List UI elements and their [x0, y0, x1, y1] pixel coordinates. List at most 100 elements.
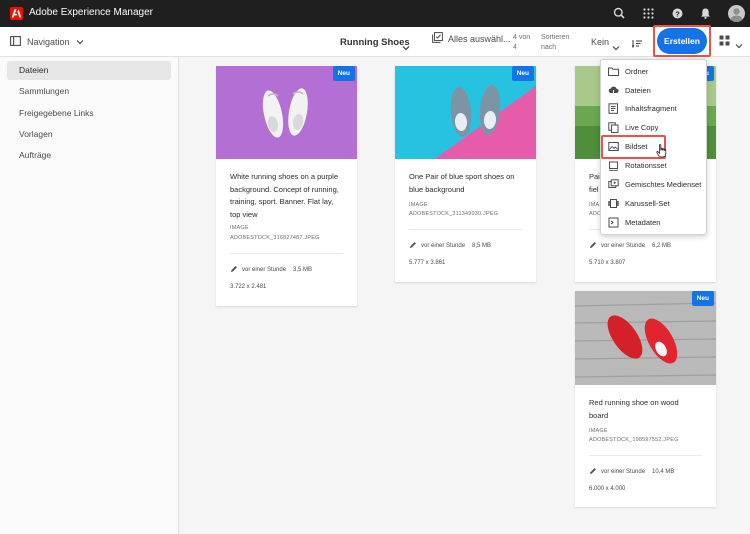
- navigation-toggle-button[interactable]: Navigation: [10, 36, 84, 48]
- asset-type: IMAGE: [409, 202, 428, 208]
- new-badge: Neu: [332, 66, 355, 81]
- sidebar: Dateien Sammlungen Freigegebene Links Vo…: [0, 57, 179, 534]
- app-title[interactable]: Adobe Experience Manager: [29, 7, 153, 18]
- modified-time: vor einer Stunde: [242, 267, 287, 273]
- new-badge: Neu: [691, 291, 714, 306]
- menu-item-inhaltsfragment[interactable]: Inhaltsfragment: [601, 99, 706, 118]
- action-bar: Navigation Running Shoes Alles auswähl..…: [0, 27, 750, 57]
- asset-card[interactable]: Neu One Pair of blue sport shoes on blue…: [395, 66, 536, 282]
- sidebar-item-sammlungen[interactable]: Sammlungen: [7, 82, 171, 101]
- image-dimensions: 3.722 x 2.481: [230, 284, 267, 290]
- select-all-button[interactable]: Alles auswähl...: [432, 32, 511, 45]
- view-switcher-icon[interactable]: [719, 33, 730, 51]
- asset-title: One Pair of blue sport shoes on blue bac…: [409, 171, 527, 196]
- image-dimensions: 5.777 x 3.861: [409, 260, 446, 266]
- sort-by-select[interactable]: Kein: [591, 37, 609, 47]
- asset-title-line: training, sport. Banner. Flat lay,: [230, 197, 334, 206]
- select-all-label: Alles auswähl...: [448, 33, 511, 44]
- sidebar-item-auftraege[interactable]: Aufträge: [7, 146, 171, 165]
- pencil-icon: [589, 467, 597, 477]
- create-button[interactable]: Erstellen: [657, 28, 707, 54]
- apps-grid-icon[interactable]: [641, 6, 656, 21]
- folder-icon: [608, 66, 619, 77]
- menu-item-label: Inhaltsfragment: [625, 104, 677, 113]
- modified-time: vor einer Stunde: [601, 469, 646, 475]
- pencil-icon: [409, 241, 417, 251]
- notifications-bell-icon[interactable]: [698, 6, 713, 21]
- metadata-icon: [608, 217, 619, 228]
- chevron-down-icon: [76, 37, 84, 47]
- asset-type: IMA: [589, 202, 600, 208]
- asset-title: Red running shoe on wood board: [589, 397, 707, 422]
- upload-icon: [608, 85, 619, 96]
- sort-order-icon[interactable]: [631, 36, 643, 54]
- menu-item-metadaten[interactable]: Metadaten: [601, 213, 706, 232]
- sort-by-label: Sortieren nach: [541, 33, 581, 53]
- menu-item-dateien[interactable]: Dateien: [601, 81, 706, 100]
- asset-filename: ADOBESTOCK_316827487.JPEG: [230, 235, 320, 241]
- item-count-line2: 4: [513, 44, 517, 51]
- menu-item-ordner[interactable]: Ordner: [601, 62, 706, 81]
- file-size: 3,5 MB: [293, 267, 313, 273]
- breadcrumb-chevron-down-icon[interactable]: [402, 38, 410, 56]
- image-dimensions: 6.000 x 4.000: [589, 486, 626, 492]
- asset-title-line: board: [589, 410, 609, 420]
- file-size: 8,5 MB: [472, 243, 492, 249]
- sidebar-item-freigegebene-links[interactable]: Freigegebene Links: [7, 104, 171, 123]
- carousel-icon: [608, 198, 619, 209]
- asset-meta: vor einer Stunde 8,5 MB: [409, 241, 491, 251]
- asset-title-line: blue background: [409, 184, 465, 194]
- sort-by-label-line2: nach: [541, 44, 557, 51]
- hand-pointer-cursor-icon: [656, 144, 667, 163]
- navigation-label: Navigation: [27, 37, 70, 47]
- asset-title-line: background. Concept of running,: [230, 184, 339, 194]
- menu-item-karussell-set[interactable]: Karussell-Set: [601, 194, 706, 213]
- asset-title-line: Red running shoe on wood: [589, 398, 679, 407]
- breadcrumb-current-folder[interactable]: Running Shoes: [340, 37, 410, 48]
- item-count: 4 von 4: [513, 33, 535, 53]
- menu-item-gemischtes-medienset[interactable]: Gemischtes Medienset: [601, 175, 706, 194]
- live-copy-icon: [608, 122, 619, 133]
- adobe-logo-icon[interactable]: [10, 7, 23, 20]
- asset-card[interactable]: Neu White running shoes on a purple back…: [216, 66, 357, 306]
- asset-title-line: One Pair of blue sport shoes on: [409, 172, 515, 181]
- menu-item-label: Metadaten: [625, 218, 661, 227]
- modified-time: vor einer Stunde: [601, 243, 646, 249]
- rail-toggle-icon: [10, 36, 21, 48]
- asset-title-line: top view: [230, 209, 258, 219]
- shell-header: Adobe Experience Manager ?: [0, 0, 750, 27]
- sort-chevron-down-icon[interactable]: [612, 38, 620, 56]
- sidebar-item-vorlagen[interactable]: Vorlagen: [7, 125, 171, 144]
- content-fragment-icon: [608, 103, 619, 114]
- menu-item-label: Dateien: [625, 86, 651, 95]
- select-all-checkbox-icon: [432, 32, 443, 45]
- search-icon[interactable]: [612, 6, 627, 21]
- view-switcher-chevron-down-icon[interactable]: [735, 36, 743, 54]
- asset-filename: ADOBESTOCK_311349030.JPEG: [409, 211, 499, 217]
- card-divider: [230, 253, 343, 254]
- item-count-line1: 4 von: [513, 34, 531, 41]
- asset-card[interactable]: Neu Red running shoe on wood board IMAGE…: [575, 291, 716, 507]
- menu-item-label: Ordner: [625, 67, 649, 76]
- pencil-icon: [230, 265, 238, 275]
- file-size: 10,4 MB: [652, 469, 675, 475]
- asset-type: IMAGE: [230, 225, 249, 231]
- modified-time: vor einer Stunde: [421, 243, 466, 249]
- card-divider: [589, 455, 702, 456]
- image-dimensions: 5.710 x 3.807: [589, 260, 626, 266]
- asset-title: White running shoes on a purple backgrou…: [230, 171, 348, 221]
- asset-meta: vor einer Stunde 6,2 MB: [589, 241, 671, 251]
- help-icon[interactable]: ?: [670, 6, 685, 21]
- sort-by-label-line1: Sortieren: [541, 34, 570, 41]
- asset-type: IMAGE: [589, 428, 608, 434]
- menu-item-label: Karussell-Set: [625, 199, 670, 208]
- menu-item-label: Live Copy: [625, 123, 659, 132]
- asset-filename: ADOBESTOCK_198597552.JPEG: [589, 437, 679, 443]
- file-size: 6,2 MB: [652, 243, 672, 249]
- user-avatar[interactable]: [728, 5, 745, 22]
- card-divider: [409, 229, 522, 230]
- svg-text:?: ?: [675, 9, 680, 18]
- new-badge: Neu: [511, 66, 534, 81]
- sidebar-item-dateien[interactable]: Dateien: [7, 61, 171, 80]
- asset-meta: vor einer Stunde 10,4 MB: [589, 467, 674, 477]
